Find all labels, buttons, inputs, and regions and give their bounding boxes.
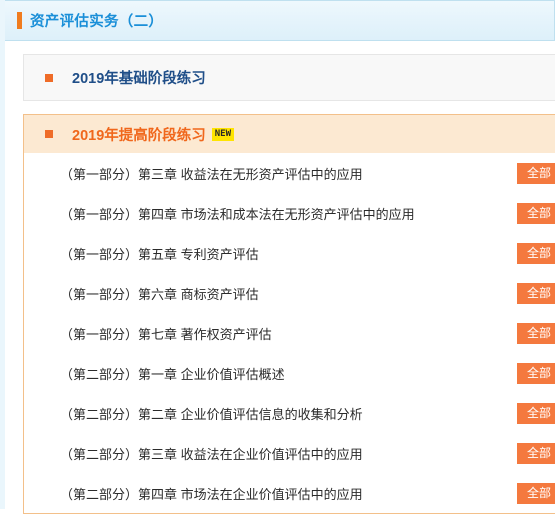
chapter-list: （第一部分）第三章 收益法在无形资产评估中的应用 全部 （第一部分）第四章 市场…	[24, 153, 555, 513]
square-bullet-icon	[45, 130, 53, 138]
square-bullet-icon	[45, 73, 53, 82]
list-item[interactable]: （第一部分）第六章 商标资产评估 全部	[24, 273, 555, 313]
chapter-title: （第二部分）第一章 企业价值评估概述	[60, 366, 285, 382]
section-basic-stage[interactable]: 2019年基础阶段练习	[23, 54, 555, 101]
view-all-button[interactable]: 全部	[517, 403, 555, 424]
new-badge: NEW	[211, 127, 235, 141]
section-advanced-stage[interactable]: 2019年提高阶段练习 NEW （第一部分）第三章 收益法在无形资产评估中的应用…	[23, 114, 555, 514]
view-all-button[interactable]: 全部	[517, 203, 555, 224]
view-all-button[interactable]: 全部	[517, 283, 555, 304]
section-advanced-stage-header[interactable]: 2019年提高阶段练习 NEW	[24, 115, 555, 153]
chapter-title: （第一部分）第七章 著作权资产评估	[60, 326, 272, 342]
list-item[interactable]: （第二部分）第四章 市场法在企业价值评估中的应用 全部	[24, 473, 555, 513]
list-item[interactable]: （第一部分）第四章 市场法和成本法在无形资产评估中的应用 全部	[24, 193, 555, 233]
title-accent-bar	[17, 12, 22, 29]
course-header: 资产评估实务（二）	[5, 0, 555, 41]
chapter-title: （第一部分）第三章 收益法在无形资产评估中的应用	[60, 166, 363, 182]
view-all-button[interactable]: 全部	[517, 363, 555, 384]
list-item[interactable]: （第二部分）第二章 企业价值评估信息的收集和分析 全部	[24, 393, 555, 433]
list-item[interactable]: （第一部分）第七章 著作权资产评估 全部	[24, 313, 555, 353]
list-item[interactable]: （第二部分）第三章 收益法在企业价值评估中的应用 全部	[24, 433, 555, 473]
list-item[interactable]: （第一部分）第三章 收益法在无形资产评估中的应用 全部	[24, 153, 555, 193]
list-item[interactable]: （第二部分）第一章 企业价值评估概述 全部	[24, 353, 555, 393]
chapter-title: （第一部分）第四章 市场法和成本法在无形资产评估中的应用	[60, 206, 415, 222]
chapter-title: （第一部分）第五章 专利资产评估	[60, 246, 259, 262]
section-basic-stage-header[interactable]: 2019年基础阶段练习	[24, 55, 555, 100]
view-all-button[interactable]: 全部	[517, 243, 555, 264]
view-all-button[interactable]: 全部	[517, 443, 555, 464]
view-all-button[interactable]: 全部	[517, 163, 555, 184]
view-all-button[interactable]: 全部	[517, 323, 555, 344]
sections-container: 2019年基础阶段练习 2019年提高阶段练习 NEW （第一部分）第三章 收益…	[5, 41, 555, 514]
section-basic-stage-title: 2019年基础阶段练习	[72, 71, 206, 87]
page-title: 资产评估实务（二）	[30, 14, 164, 30]
section-advanced-stage-title: 2019年提高阶段练习	[72, 127, 206, 144]
chapter-title: （第一部分）第六章 商标资产评估	[60, 286, 259, 302]
list-item[interactable]: （第一部分）第五章 专利资产评估 全部	[24, 233, 555, 273]
course-page: 资产评估实务（二） 2019年基础阶段练习 2019年提高阶段练习 NEW （第…	[0, 0, 555, 514]
chapter-title: （第二部分）第三章 收益法在企业价值评估中的应用	[60, 446, 363, 462]
chapter-title: （第二部分）第四章 市场法在企业价值评估中的应用	[60, 486, 363, 502]
chapter-title: （第二部分）第二章 企业价值评估信息的收集和分析	[60, 406, 363, 422]
view-all-button[interactable]: 全部	[517, 483, 555, 504]
